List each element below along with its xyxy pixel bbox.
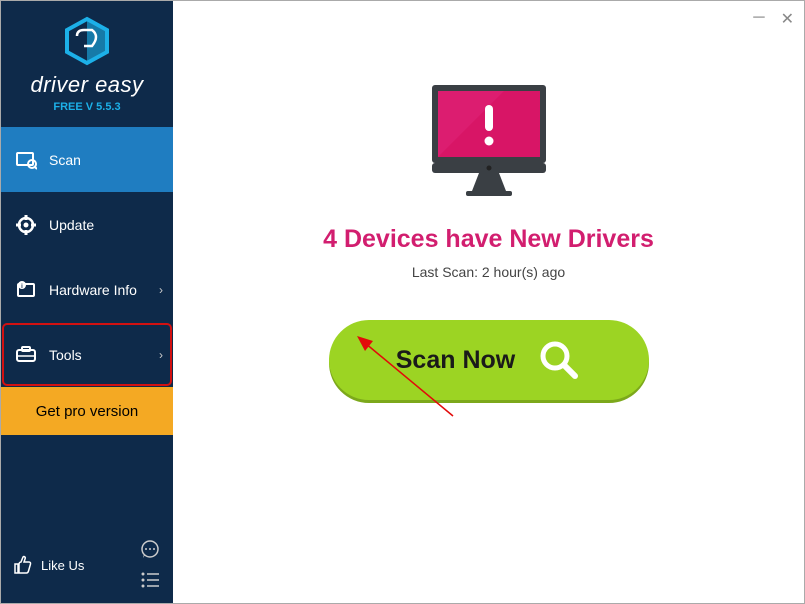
- headline: 4 Devices have New Drivers: [323, 225, 654, 254]
- window: ─ ✕ driver easy FREE V 5.5.3 Scan: [0, 0, 805, 604]
- sidebar: driver easy FREE V 5.5.3 Scan Update i: [1, 1, 173, 603]
- logo-icon: [62, 16, 112, 66]
- like-us-button[interactable]: Like Us: [13, 555, 84, 575]
- sidebar-item-label: Hardware Info: [49, 282, 137, 298]
- chevron-right-icon: ›: [159, 348, 163, 362]
- magnify-icon: [537, 338, 581, 382]
- close-button[interactable]: ✕: [781, 9, 794, 29]
- scan-now-button[interactable]: Scan Now: [329, 320, 649, 400]
- footer-icons: [139, 539, 161, 591]
- thumbs-up-icon: [13, 555, 33, 575]
- menu-list-icon[interactable]: [139, 569, 161, 591]
- brand-name: driver easy: [30, 72, 143, 98]
- sidebar-item-tools[interactable]: Tools ›: [1, 322, 173, 387]
- main-panel: 4 Devices have New Drivers Last Scan: 2 …: [173, 1, 804, 603]
- sidebar-item-scan[interactable]: Scan: [1, 127, 173, 192]
- sidebar-spacer: [1, 435, 173, 531]
- sidebar-footer: Like Us: [1, 531, 173, 603]
- scan-now-label: Scan Now: [396, 346, 515, 375]
- monitor-alert-icon: [424, 81, 554, 201]
- last-scan-text: Last Scan: 2 hour(s) ago: [412, 264, 565, 280]
- minimize-button[interactable]: ─: [753, 9, 764, 29]
- update-icon: [15, 214, 37, 236]
- like-us-label: Like Us: [41, 558, 84, 573]
- get-pro-button[interactable]: Get pro version: [1, 387, 173, 435]
- tools-icon: [15, 344, 37, 366]
- chevron-right-icon: ›: [159, 283, 163, 297]
- hardware-info-icon: i: [15, 279, 37, 301]
- sidebar-item-label: Update: [49, 217, 94, 233]
- nav: Scan Update i Hardware Info › Tools: [1, 127, 173, 603]
- get-pro-label: Get pro version: [36, 403, 139, 420]
- sidebar-item-label: Scan: [49, 152, 81, 168]
- sidebar-item-hardware-info[interactable]: i Hardware Info ›: [1, 257, 173, 322]
- feedback-icon[interactable]: [139, 539, 161, 561]
- window-controls: ─ ✕: [753, 9, 794, 29]
- sidebar-item-update[interactable]: Update: [1, 192, 173, 257]
- logo-area: driver easy FREE V 5.5.3: [1, 1, 173, 127]
- brand-version: FREE V 5.5.3: [53, 101, 120, 113]
- sidebar-item-label: Tools: [49, 347, 82, 363]
- scan-icon: [15, 149, 37, 171]
